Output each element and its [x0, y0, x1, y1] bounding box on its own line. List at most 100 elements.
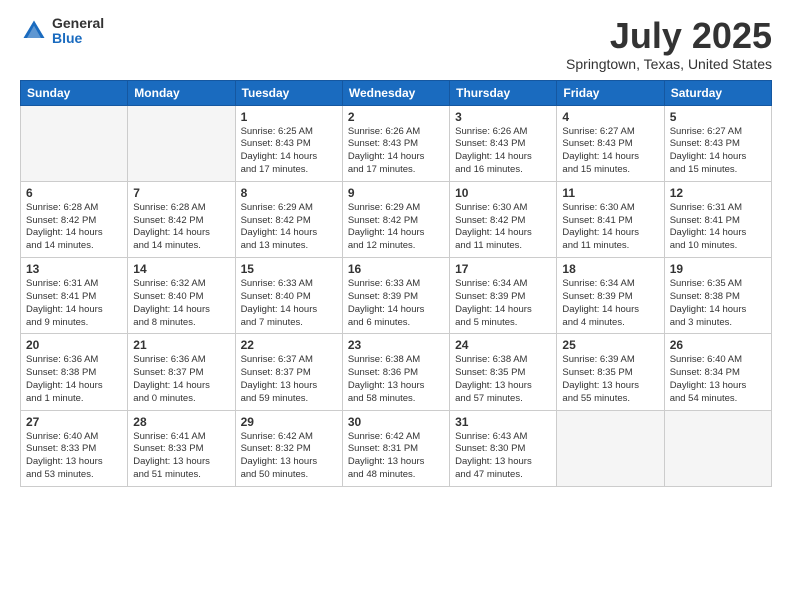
calendar-header-tuesday: Tuesday [235, 80, 342, 105]
day-info: Sunrise: 6:37 AM Sunset: 8:37 PM Dayligh… [241, 354, 337, 405]
calendar-cell: 7 Sunrise: 6:28 AM Sunset: 8:42 PM Daylig… [128, 181, 235, 257]
day-info: Sunrise: 6:29 AM Sunset: 8:42 PM Dayligh… [241, 202, 337, 253]
day-info: Sunrise: 6:31 AM Sunset: 8:41 PM Dayligh… [670, 202, 766, 253]
day-number: 15 [241, 262, 337, 276]
page: General Blue July 2025 Springtown, Texas… [0, 0, 792, 612]
day-number: 22 [241, 338, 337, 352]
day-info: Sunrise: 6:36 AM Sunset: 8:37 PM Dayligh… [133, 354, 229, 405]
day-number: 10 [455, 186, 551, 200]
calendar-cell: 26 Sunrise: 6:40 AM Sunset: 8:34 PM Dayli… [664, 334, 771, 410]
calendar-cell: 3 Sunrise: 6:26 AM Sunset: 8:43 PM Daylig… [450, 105, 557, 181]
calendar-cell [557, 410, 664, 486]
day-info: Sunrise: 6:28 AM Sunset: 8:42 PM Dayligh… [133, 202, 229, 253]
calendar-header-friday: Friday [557, 80, 664, 105]
day-number: 6 [26, 186, 122, 200]
day-number: 2 [348, 110, 444, 124]
calendar-cell: 25Sunrise: 6:39 AM Sunset: 8:35 PM Dayli… [557, 334, 664, 410]
day-info: Sunrise: 6:34 AM Sunset: 8:39 PM Dayligh… [455, 278, 551, 329]
calendar-cell: 30Sunrise: 6:42 AM Sunset: 8:31 PM Dayli… [342, 410, 449, 486]
calendar-cell: 1Sunrise: 6:25 AM Sunset: 8:43 PM Daylig… [235, 105, 342, 181]
day-info: Sunrise: 6:27 AM Sunset: 8:43 PM Dayligh… [670, 126, 766, 177]
calendar-header-row: SundayMondayTuesdayWednesdayThursdayFrid… [21, 80, 772, 105]
day-number: 12 [670, 186, 766, 200]
day-info: Sunrise: 6:30 AM Sunset: 8:41 PM Dayligh… [562, 202, 658, 253]
calendar-cell: 15Sunrise: 6:33 AM Sunset: 8:40 PM Dayli… [235, 258, 342, 334]
calendar-header-saturday: Saturday [664, 80, 771, 105]
day-number: 17 [455, 262, 551, 276]
calendar-cell: 18 Sunrise: 6:34 AM Sunset: 8:39 PM Dayli… [557, 258, 664, 334]
day-number: 23 [348, 338, 444, 352]
day-number: 25 [562, 338, 658, 352]
title-location: Springtown, Texas, United States [566, 56, 772, 72]
calendar-cell: 9Sunrise: 6:29 AM Sunset: 8:42 PM Daylig… [342, 181, 449, 257]
day-info: Sunrise: 6:34 AM Sunset: 8:39 PM Dayligh… [562, 278, 658, 329]
calendar-cell: 17 Sunrise: 6:34 AM Sunset: 8:39 PM Dayli… [450, 258, 557, 334]
calendar-week-2: 6 Sunrise: 6:28 AM Sunset: 8:42 PM Daylig… [21, 181, 772, 257]
day-info: Sunrise: 6:43 AM Sunset: 8:30 PM Dayligh… [455, 431, 551, 482]
calendar-cell: 29Sunrise: 6:42 AM Sunset: 8:32 PM Dayli… [235, 410, 342, 486]
day-info: Sunrise: 6:26 AM Sunset: 8:43 PM Dayligh… [348, 126, 444, 177]
day-number: 3 [455, 110, 551, 124]
day-info: Sunrise: 6:28 AM Sunset: 8:42 PM Dayligh… [26, 202, 122, 253]
day-info: Sunrise: 6:33 AM Sunset: 8:39 PM Dayligh… [348, 278, 444, 329]
logo: General Blue [20, 16, 104, 47]
logo-blue: Blue [52, 31, 104, 46]
calendar-cell: 27Sunrise: 6:40 AM Sunset: 8:33 PM Dayli… [21, 410, 128, 486]
day-info: Sunrise: 6:30 AM Sunset: 8:42 PM Dayligh… [455, 202, 551, 253]
day-info: Sunrise: 6:38 AM Sunset: 8:35 PM Dayligh… [455, 354, 551, 405]
calendar-cell: 6 Sunrise: 6:28 AM Sunset: 8:42 PM Daylig… [21, 181, 128, 257]
day-number: 20 [26, 338, 122, 352]
day-number: 1 [241, 110, 337, 124]
calendar-cell: 2 Sunrise: 6:26 AM Sunset: 8:43 PM Daylig… [342, 105, 449, 181]
day-info: Sunrise: 6:36 AM Sunset: 8:38 PM Dayligh… [26, 354, 122, 405]
calendar-cell [664, 410, 771, 486]
day-info: Sunrise: 6:41 AM Sunset: 8:33 PM Dayligh… [133, 431, 229, 482]
calendar-header-sunday: Sunday [21, 80, 128, 105]
day-info: Sunrise: 6:40 AM Sunset: 8:34 PM Dayligh… [670, 354, 766, 405]
day-number: 18 [562, 262, 658, 276]
calendar-cell: 12 Sunrise: 6:31 AM Sunset: 8:41 PM Dayli… [664, 181, 771, 257]
day-number: 19 [670, 262, 766, 276]
calendar-cell: 22 Sunrise: 6:37 AM Sunset: 8:37 PM Dayli… [235, 334, 342, 410]
calendar-cell [128, 105, 235, 181]
calendar-cell: 31Sunrise: 6:43 AM Sunset: 8:30 PM Dayli… [450, 410, 557, 486]
title-month: July 2025 [566, 16, 772, 56]
calendar-cell: 16Sunrise: 6:33 AM Sunset: 8:39 PM Dayli… [342, 258, 449, 334]
calendar-week-1: 1Sunrise: 6:25 AM Sunset: 8:43 PM Daylig… [21, 105, 772, 181]
day-number: 8 [241, 186, 337, 200]
day-info: Sunrise: 6:31 AM Sunset: 8:41 PM Dayligh… [26, 278, 122, 329]
title-block: July 2025 Springtown, Texas, United Stat… [566, 16, 772, 72]
calendar-cell: 13Sunrise: 6:31 AM Sunset: 8:41 PM Dayli… [21, 258, 128, 334]
calendar-header-thursday: Thursday [450, 80, 557, 105]
day-info: Sunrise: 6:40 AM Sunset: 8:33 PM Dayligh… [26, 431, 122, 482]
logo-general: General [52, 16, 104, 31]
calendar-cell: 28 Sunrise: 6:41 AM Sunset: 8:33 PM Dayli… [128, 410, 235, 486]
calendar-week-4: 20 Sunrise: 6:36 AM Sunset: 8:38 PM Dayli… [21, 334, 772, 410]
calendar-header-wednesday: Wednesday [342, 80, 449, 105]
calendar-week-5: 27Sunrise: 6:40 AM Sunset: 8:33 PM Dayli… [21, 410, 772, 486]
day-number: 14 [133, 262, 229, 276]
logo-text: General Blue [52, 16, 104, 47]
day-number: 5 [670, 110, 766, 124]
day-number: 7 [133, 186, 229, 200]
day-number: 28 [133, 415, 229, 429]
day-number: 24 [455, 338, 551, 352]
day-info: Sunrise: 6:42 AM Sunset: 8:32 PM Dayligh… [241, 431, 337, 482]
header: General Blue July 2025 Springtown, Texas… [20, 16, 772, 72]
calendar-cell: 5 Sunrise: 6:27 AM Sunset: 8:43 PM Daylig… [664, 105, 771, 181]
calendar-cell: 8 Sunrise: 6:29 AM Sunset: 8:42 PM Daylig… [235, 181, 342, 257]
day-info: Sunrise: 6:32 AM Sunset: 8:40 PM Dayligh… [133, 278, 229, 329]
calendar-cell: 10 Sunrise: 6:30 AM Sunset: 8:42 PM Dayli… [450, 181, 557, 257]
calendar-cell: 21Sunrise: 6:36 AM Sunset: 8:37 PM Dayli… [128, 334, 235, 410]
calendar-cell: 11Sunrise: 6:30 AM Sunset: 8:41 PM Dayli… [557, 181, 664, 257]
calendar-cell: 23 Sunrise: 6:38 AM Sunset: 8:36 PM Dayli… [342, 334, 449, 410]
calendar-week-3: 13Sunrise: 6:31 AM Sunset: 8:41 PM Dayli… [21, 258, 772, 334]
day-info: Sunrise: 6:29 AM Sunset: 8:42 PM Dayligh… [348, 202, 444, 253]
calendar-cell: 24 Sunrise: 6:38 AM Sunset: 8:35 PM Dayli… [450, 334, 557, 410]
day-number: 26 [670, 338, 766, 352]
day-info: Sunrise: 6:42 AM Sunset: 8:31 PM Dayligh… [348, 431, 444, 482]
day-number: 4 [562, 110, 658, 124]
day-info: Sunrise: 6:26 AM Sunset: 8:43 PM Dayligh… [455, 126, 551, 177]
day-info: Sunrise: 6:38 AM Sunset: 8:36 PM Dayligh… [348, 354, 444, 405]
logo-icon [20, 17, 48, 45]
